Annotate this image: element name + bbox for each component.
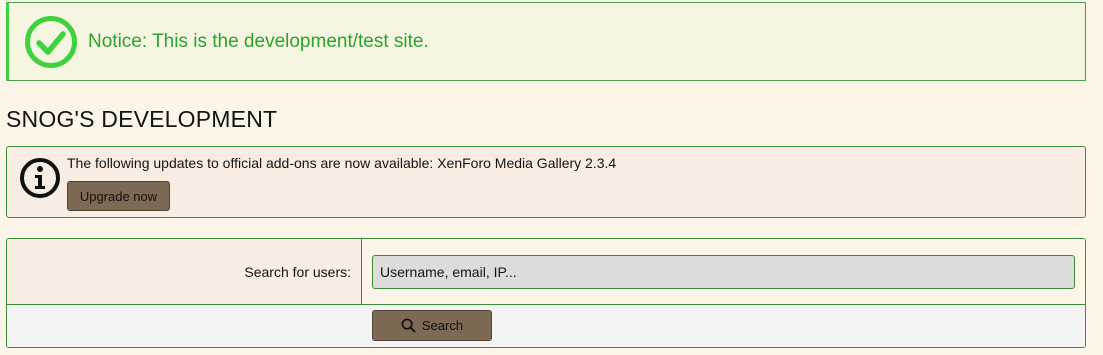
search-input-cell [362, 239, 1085, 304]
update-message: The following updates to official add-on… [67, 155, 617, 171]
search-users-input[interactable] [372, 255, 1075, 289]
check-circle-icon [25, 15, 77, 68]
notice-text: Notice: This is the development/test sit… [88, 30, 429, 52]
search-form-footer: Search [7, 305, 1085, 347]
search-button-label: Search [421, 318, 464, 333]
search-label-cell: Search for users: [7, 239, 362, 304]
addon-update-notice: The following updates to official add-on… [6, 146, 1086, 218]
upgrade-now-button[interactable]: Upgrade now [67, 181, 170, 211]
search-row: Search for users: [7, 239, 1085, 305]
search-users-label: Search for users: [244, 264, 351, 280]
dev-site-notice: Notice: This is the development/test sit… [6, 2, 1086, 81]
search-icon [401, 318, 416, 333]
info-icon [20, 158, 60, 198]
search-button[interactable]: Search [372, 310, 492, 341]
page-title: SNOG'S DEVELOPMENT [6, 106, 278, 132]
user-search-form: Search for users: Search [6, 238, 1086, 348]
